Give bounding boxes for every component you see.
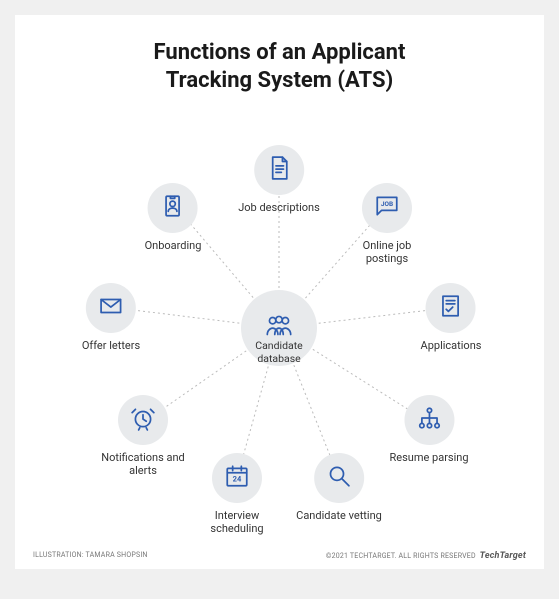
node-label: Job descriptions — [238, 201, 320, 214]
calendar-icon: 24 — [224, 463, 250, 493]
application-icon — [438, 293, 464, 323]
footer-credit-left: ILLUSTRATION: TAMARA SHOPSIN — [33, 551, 148, 561]
node-envelope: Offer letters — [82, 283, 140, 352]
footer: ILLUSTRATION: TAMARA SHOPSIN ©2021 TECHT… — [33, 551, 526, 561]
node-magnifier: Candidate vetting — [296, 453, 382, 522]
node-label: Onboarding — [145, 239, 202, 252]
node-label: Online job postings — [342, 239, 432, 265]
node-alarm: Notifications and alerts — [98, 395, 188, 477]
node-label: Resume parsing — [389, 451, 468, 464]
node-job-post: JOB Online job postings — [342, 183, 432, 265]
job-post-icon: JOB — [374, 193, 400, 223]
title-line-2: Tracking System (ATS) — [166, 68, 393, 93]
alarm-icon — [130, 405, 156, 435]
diagram-arena: Job descriptions JOB Online job postings… — [15, 125, 544, 545]
node-label: Offer letters — [82, 339, 140, 352]
node-label: Interview scheduling — [192, 509, 282, 535]
document-icon — [266, 155, 292, 185]
org-tree-icon — [416, 405, 442, 435]
node-label: Candidate vetting — [296, 509, 382, 522]
node-application: Applications — [421, 283, 482, 352]
center-node: Candidate database — [241, 290, 317, 372]
magnifier-icon — [326, 463, 352, 493]
node-calendar: 24 Interview scheduling — [192, 453, 282, 535]
title-line-1: Functions of an Applicant — [154, 40, 406, 65]
node-label: Notifications and alerts — [98, 451, 188, 477]
svg-text:JOB: JOB — [381, 200, 393, 208]
brand-logo: TechTarget — [480, 551, 526, 561]
footer-credit-right: ©2021 TECHTARGET. ALL RIGHTS RESERVED Te… — [326, 551, 526, 561]
envelope-icon — [98, 293, 124, 323]
node-org-tree: Resume parsing — [389, 395, 468, 464]
id-badge-icon — [160, 193, 186, 223]
center-label: Candidate database — [244, 340, 314, 365]
node-label: Applications — [421, 339, 482, 352]
node-document: Job descriptions — [238, 145, 320, 214]
diagram-title: Functions of an Applicant Tracking Syste… — [15, 15, 544, 94]
node-id-badge: Onboarding — [145, 183, 202, 252]
svg-text:24: 24 — [233, 474, 242, 483]
